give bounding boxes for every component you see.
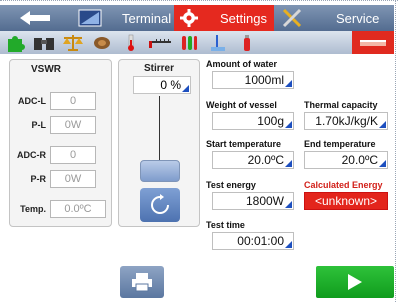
vswr-panel: VSWR ADC-L 0 P-L 0W ADC-R 0 P-R 0W Temp.… (9, 59, 112, 227)
tab-service-label: Service (336, 10, 380, 26)
start-temp-field: Start temperature 20.0ºC (206, 139, 300, 169)
stirrer-value: 0 % (160, 78, 181, 92)
end-temp-field: End temperature 20.0ºC (304, 139, 394, 169)
end-temp-label: End temperature (304, 139, 376, 149)
adc-l-value: 0 (50, 92, 96, 110)
settings-panel: Amount of water 1000ml Weight of vessel … (200, 59, 394, 250)
thermal-capacity-field: Thermal capacity 1.70kJ/kg/K (304, 100, 394, 130)
adc-r-value: 0 (50, 146, 96, 164)
test-time-label: Test time (206, 220, 245, 230)
start-temp-input[interactable]: 20.0ºC (212, 151, 294, 169)
vswr-row-p-r: P-R 0W (10, 170, 96, 188)
back-button[interactable] (0, 5, 70, 31)
red-selected-icon[interactable] (352, 31, 394, 54)
probe-icon[interactable] (203, 31, 232, 54)
print-button[interactable] (120, 266, 164, 298)
stirrer-slider-track[interactable] (159, 96, 160, 160)
test-tubes-icon[interactable] (174, 31, 203, 54)
edit-corner-icon (379, 160, 386, 167)
tab-terminal[interactable]: Terminal (70, 5, 174, 31)
water-value: 1000ml (244, 73, 284, 87)
test-energy-label: Test energy (206, 180, 256, 190)
vswr-row-adc-r: ADC-R 0 (10, 146, 96, 164)
vessel-weight-input[interactable]: 100g (212, 112, 294, 130)
test-time-value: 00:01:00 (237, 234, 284, 248)
thermal-capacity-value: 1.70kJ/kg/K (315, 114, 378, 128)
vswr-row-adc-l: ADC-L 0 (10, 92, 96, 110)
test-time-input[interactable]: 00:01:00 (212, 232, 294, 250)
balance-scale-icon[interactable] (58, 31, 87, 54)
tab-service[interactable]: Service (274, 5, 394, 31)
end-temp-input[interactable]: 20.0ºC (304, 151, 388, 169)
test-energy-value: 1800W (245, 194, 284, 208)
test-energy-field: Test energy 1800W (206, 180, 298, 210)
water-field: Amount of water 1000ml (206, 59, 298, 89)
puzzle-icon[interactable] (0, 31, 29, 54)
calc-energy-display: <unknown> (304, 192, 388, 210)
calc-energy-value: <unknown> (314, 194, 378, 208)
frame-right-border (395, 0, 396, 302)
bottle-icon[interactable] (232, 31, 261, 54)
water-input[interactable]: 1000ml (212, 71, 294, 89)
stirrer-value-field[interactable]: 0 % (133, 76, 191, 94)
thermal-capacity-input[interactable]: 1.70kJ/kg/K (304, 112, 388, 130)
play-icon (348, 274, 362, 290)
temp-label: Temp. (20, 204, 46, 214)
tab-settings[interactable]: Settings (174, 5, 274, 31)
thermal-capacity-label: Thermal capacity (304, 100, 378, 110)
binoculars-icon[interactable] (29, 31, 58, 54)
stirrer-panel: Stirrer 0 % (118, 59, 200, 227)
test-energy-input[interactable]: 1800W (212, 192, 294, 210)
vessel-weight-label: Weight of vessel (206, 100, 277, 110)
frame-top-border (0, 0, 398, 4)
p-l-value: 0W (50, 116, 96, 134)
end-temp-value: 20.0ºC (341, 153, 378, 167)
thermometer-icon[interactable] (116, 31, 145, 54)
adc-l-label: ADC-L (18, 96, 46, 106)
stirrer-slider-handle[interactable] (140, 160, 180, 182)
edit-corner-icon (285, 160, 292, 167)
back-arrow-icon (20, 11, 50, 25)
start-temp-label: Start temperature (206, 139, 282, 149)
test-time-field: Test time 00:01:00 (206, 220, 298, 250)
tab-settings-label: Settings (220, 10, 267, 26)
tab-terminal-label: Terminal (122, 10, 172, 26)
gear-icon (180, 9, 198, 27)
terminal-icon (78, 9, 102, 27)
p-r-value: 0W (50, 170, 96, 188)
printer-icon (132, 273, 152, 292)
edit-corner-icon (285, 241, 292, 248)
vessel-weight-value: 100g (257, 114, 284, 128)
adc-r-label: ADC-R (17, 150, 46, 160)
temp-value: 0.0ºC (50, 200, 106, 218)
edit-corner-icon (182, 85, 189, 92)
calc-energy-field: Calculated Energy <unknown> (304, 180, 394, 210)
stirrer-rotate-button[interactable] (140, 188, 180, 222)
coil-icon[interactable] (87, 31, 116, 54)
stirrer-title: Stirrer (143, 63, 174, 74)
start-button[interactable] (316, 266, 394, 298)
calc-energy-label: Calculated Energy (304, 180, 383, 190)
edit-corner-icon (285, 80, 292, 87)
edit-corner-icon (285, 201, 292, 208)
vswr-row-temp: Temp. 0.0ºC (10, 200, 106, 218)
rotate-icon (151, 194, 169, 214)
water-label: Amount of water (206, 59, 277, 69)
p-l-label: P-L (31, 120, 47, 130)
vswr-row-p-l: P-L 0W (10, 116, 96, 134)
tool-icon-row (0, 31, 394, 54)
top-tab-bar: Terminal Settings Service (0, 5, 394, 31)
tools-icon (282, 8, 302, 28)
edit-corner-icon (379, 121, 386, 128)
edit-corner-icon (285, 121, 292, 128)
start-temp-value: 20.0ºC (247, 153, 284, 167)
vswr-title: VSWR (31, 64, 61, 75)
p-r-label: P-R (30, 174, 47, 184)
ruler-icon[interactable] (145, 31, 174, 54)
vessel-weight-field: Weight of vessel 100g (206, 100, 298, 130)
